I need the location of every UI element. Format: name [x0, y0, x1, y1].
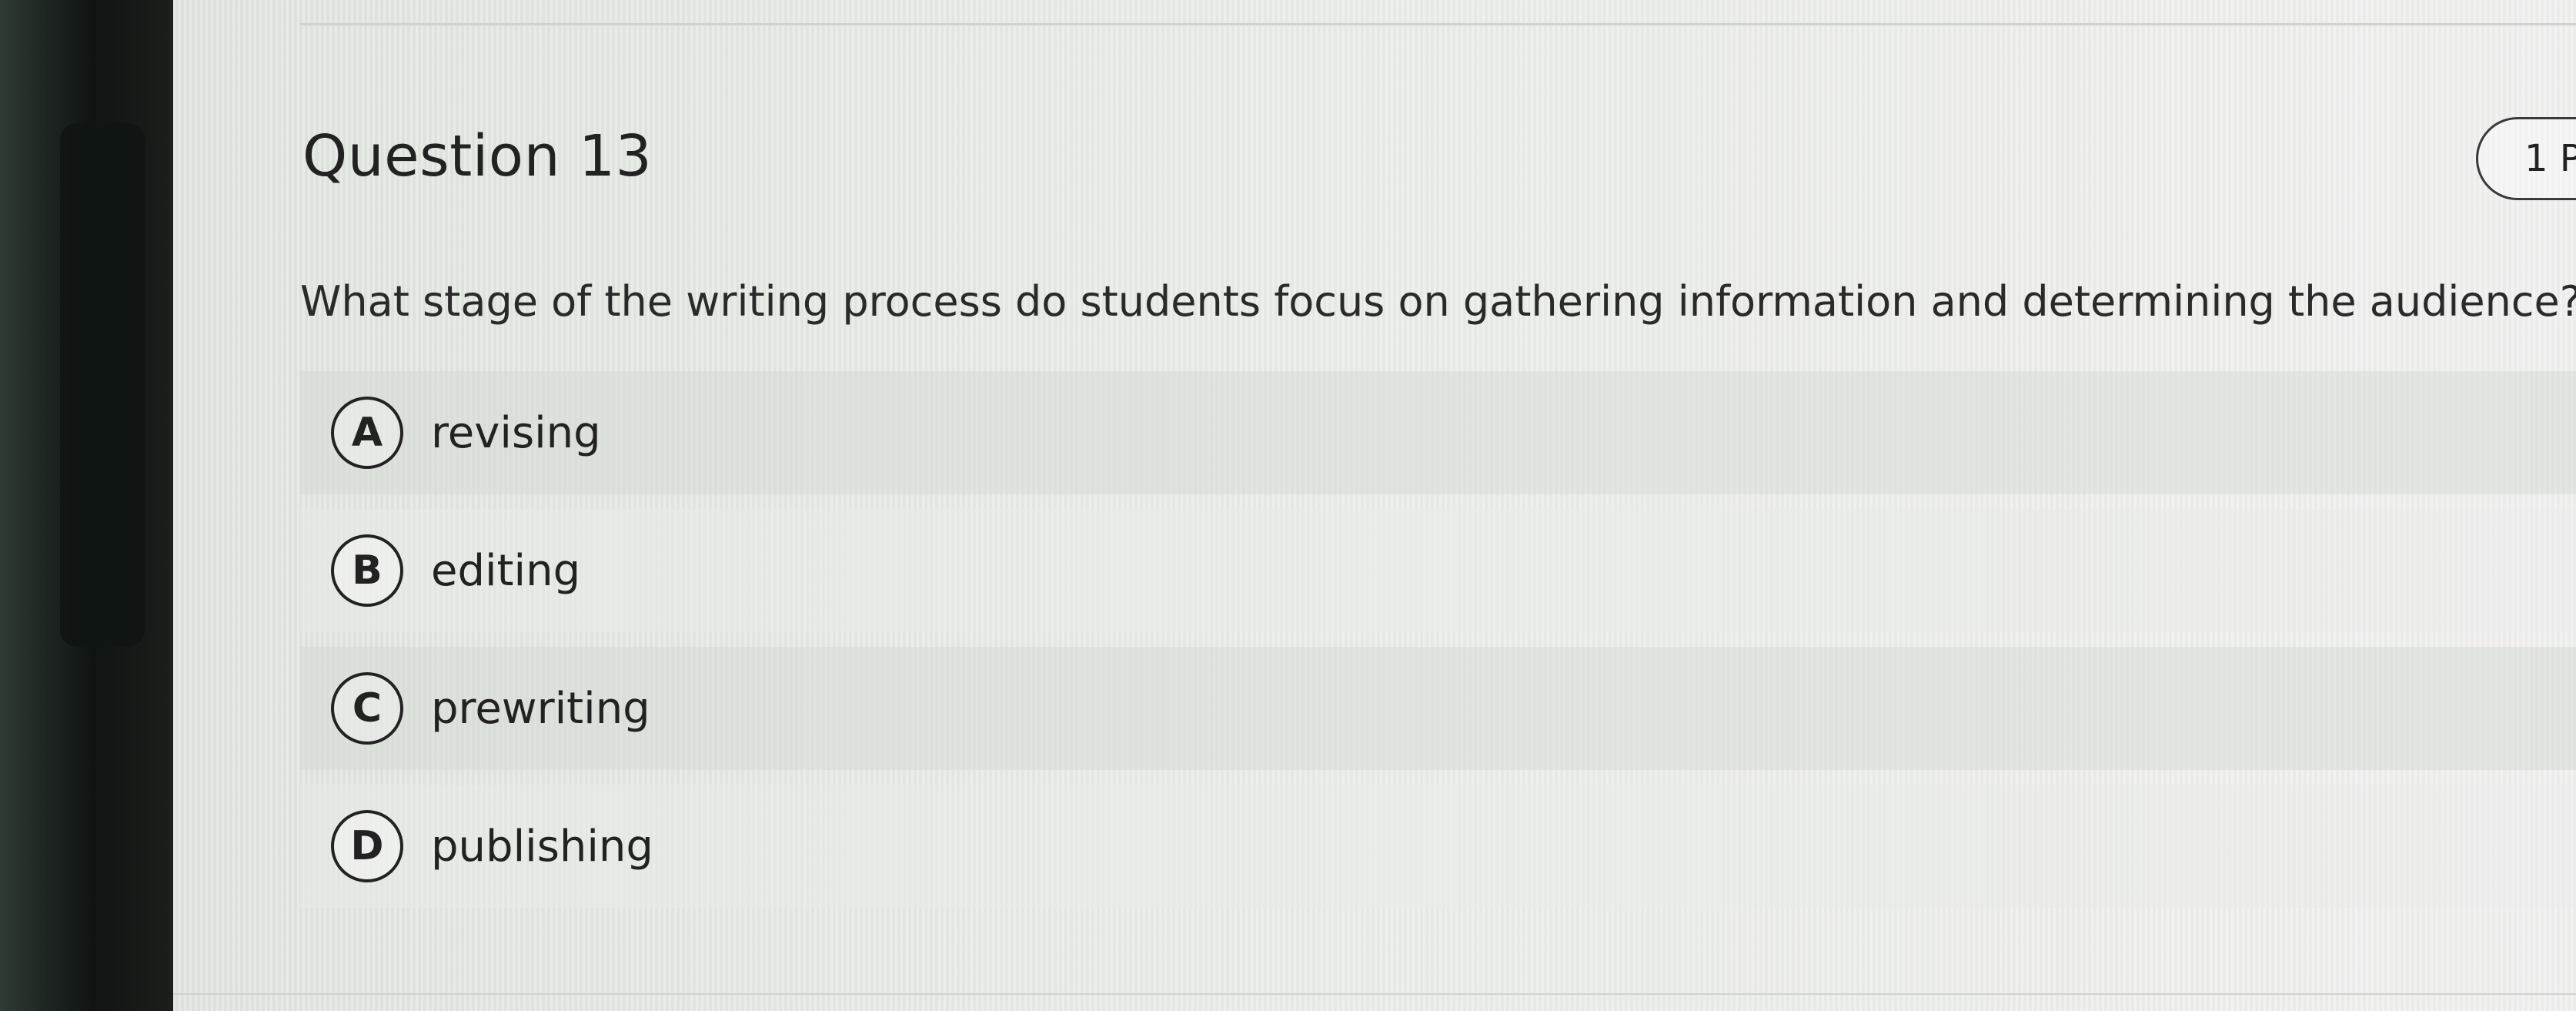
points-badge: 1 P: [2476, 117, 2576, 200]
monitor-bezel: [0, 0, 173, 1011]
question-prompt: What stage of the writing process do stu…: [300, 277, 2576, 326]
bezel-strip: [60, 123, 145, 647]
answer-option-b[interactable]: B editing: [300, 509, 2576, 632]
top-divider: [300, 23, 2576, 25]
option-label: revising: [431, 407, 601, 458]
bottom-divider: [173, 993, 2576, 995]
option-letter-badge: A: [331, 397, 403, 469]
answer-options: A revising B editing C prewriting D publ…: [300, 371, 2576, 922]
answer-option-d[interactable]: D publishing: [300, 785, 2576, 908]
option-letter-badge: C: [331, 672, 403, 745]
option-label: publishing: [431, 821, 653, 872]
answer-option-a[interactable]: A revising: [300, 371, 2576, 494]
option-letter-badge: B: [331, 534, 403, 607]
option-letter-badge: D: [331, 810, 403, 882]
option-label: prewriting: [431, 683, 650, 734]
question-title: Question 13: [302, 123, 653, 189]
answer-option-c[interactable]: C prewriting: [300, 647, 2576, 770]
option-label: editing: [431, 545, 581, 596]
